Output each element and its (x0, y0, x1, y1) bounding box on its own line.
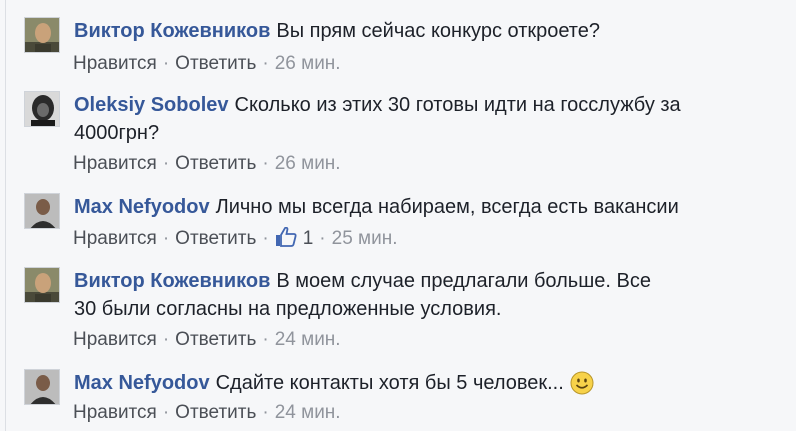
comment-text: Сдайте контакты хотя бы 5 человек... (215, 372, 564, 394)
separator-dot: · (162, 153, 170, 174)
separator-dot: · (262, 153, 269, 174)
separator-dot: · (262, 228, 269, 249)
comment-author-link[interactable]: Max Nefyodov (74, 372, 210, 394)
comment-timestamp[interactable]: 25 мин. (332, 228, 398, 249)
like-button[interactable]: Нравится (73, 329, 157, 350)
separator-dot: · (162, 228, 170, 249)
comment-author-link[interactable]: Виктор Кожевников (74, 20, 270, 42)
separator-dot: · (262, 402, 269, 423)
comment-body: Виктор Кожевников В моем случае предлагал… (74, 267, 674, 323)
thread-divider (5, 0, 6, 431)
comment-thread: Виктор Кожевников Вы прям сейчас конкурс … (0, 0, 796, 431)
portrait-avatar-icon[interactable] (24, 267, 60, 303)
comment-timestamp[interactable]: 26 мин. (275, 53, 341, 74)
reply-button[interactable]: Ответить (175, 228, 256, 249)
comment-actions: Нравится · Ответить · 24 мин. (73, 328, 341, 352)
comment-body: Max Nefyodov Лично мы всегда набираем, вс… (74, 193, 774, 221)
comment-body: Oleksiy Sobolev Сколько из этих 30 готовы… (74, 91, 734, 147)
reply-button[interactable]: Ответить (175, 153, 256, 174)
like-button[interactable]: Нравится (73, 402, 157, 423)
separator-dot: · (262, 329, 269, 350)
comment-body: Max Nefyodov Сдайте контакты хотя бы 5 че… (74, 369, 774, 403)
smiley-emoji-icon (570, 371, 594, 403)
separator-dot: · (162, 329, 170, 350)
portrait-avatar-icon[interactable] (24, 369, 60, 405)
separator-dot: · (162, 53, 170, 74)
comment-text: Лично мы всегда набираем, всегда есть ва… (215, 196, 679, 218)
comment-timestamp[interactable]: 24 мин. (275, 329, 341, 350)
comment-actions: Нравится · Ответить · 26 мин. (73, 152, 341, 176)
comment-author-link[interactable]: Max Nefyodov (74, 196, 210, 218)
thumbs-up-icon[interactable] (275, 226, 297, 254)
separator-dot: · (162, 402, 170, 423)
comment-timestamp[interactable]: 24 мин. (275, 402, 341, 423)
reply-button[interactable]: Ответить (175, 53, 256, 74)
comment-actions: Нравится · Ответить · 26 мин. (73, 52, 341, 76)
portrait-avatar-icon[interactable] (24, 91, 60, 127)
like-button[interactable]: Нравится (73, 153, 157, 174)
like-button[interactable]: Нравится (73, 228, 157, 249)
comment-timestamp[interactable]: 26 мин. (275, 153, 341, 174)
comment-actions: Нравится · Ответить · 1 · 25 мин. (73, 226, 398, 254)
like-count[interactable]: 1 (303, 228, 314, 249)
reply-button[interactable]: Ответить (175, 329, 256, 350)
reply-button[interactable]: Ответить (175, 402, 256, 423)
comment-body: Виктор Кожевников Вы прям сейчас конкурс … (74, 17, 774, 45)
comment-text: Вы прям сейчас конкурс откроете? (276, 20, 600, 42)
portrait-avatar-icon[interactable] (24, 17, 60, 53)
separator-dot: · (262, 53, 269, 74)
portrait-avatar-icon[interactable] (24, 193, 60, 229)
comment-actions: Нравится · Ответить · 24 мин. (73, 401, 341, 425)
comment-author-link[interactable]: Oleksiy Sobolev (74, 94, 229, 116)
like-button[interactable]: Нравится (73, 53, 157, 74)
separator-dot: · (319, 228, 326, 249)
comment-author-link[interactable]: Виктор Кожевников (74, 270, 270, 292)
